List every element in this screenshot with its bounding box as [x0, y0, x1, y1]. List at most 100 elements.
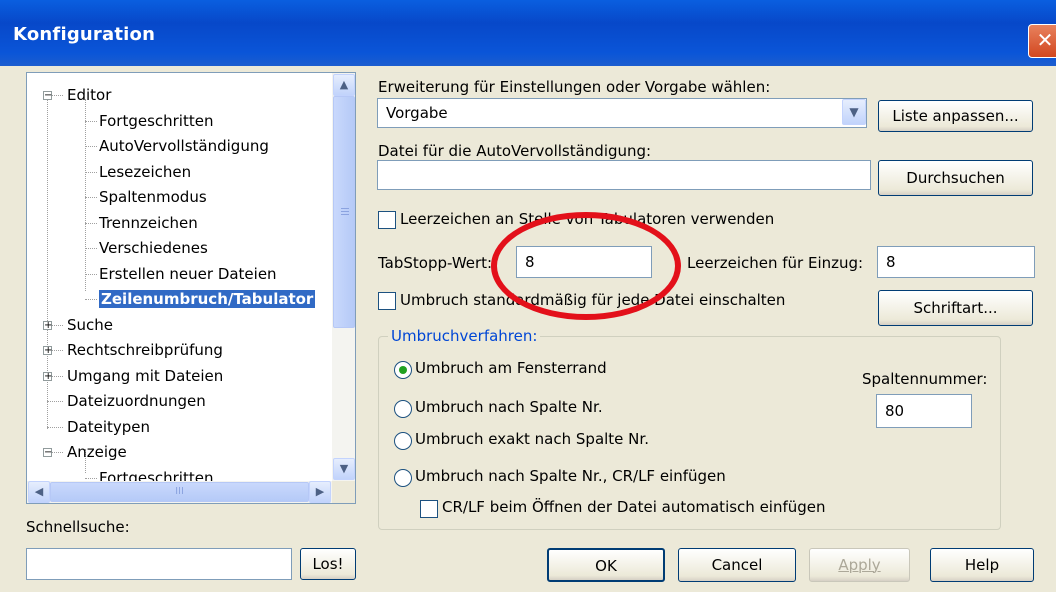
crlf-auto-label: CR/LF beim Öffnen der Datei automatisch …	[442, 498, 826, 516]
tree-line	[85, 146, 97, 147]
expand-icon[interactable]: +	[43, 320, 52, 330]
browse-button[interactable]: Durchsuchen	[878, 160, 1033, 196]
tree-item-label: Verschiedenes	[99, 239, 208, 257]
tree-item[interactable]: Dateitypen	[67, 415, 150, 439]
tree-item-label: Lesezeichen	[99, 162, 192, 181]
expand-icon[interactable]: +	[43, 346, 52, 356]
collapse-icon[interactable]: −	[43, 448, 52, 458]
use-spaces-label: Leerzeichen an Stelle von Tabulatoren ve…	[400, 210, 775, 228]
tree-item-label: Anzeige	[67, 443, 127, 461]
category-tree[interactable]: − Editor Fortgeschritten AutoVervollständig…	[26, 72, 356, 504]
extension-label: Erweiterung für Einstellungen oder Vorga…	[378, 78, 771, 96]
wrap-window-edge-radio[interactable]	[394, 361, 412, 379]
tree-item-label: Erstellen neuer Dateien	[99, 264, 277, 283]
tree-item-label: Dateitypen	[67, 417, 151, 436]
tree-item-label: Fortgeschritten	[99, 111, 214, 130]
scroll-up-icon[interactable]: ▲	[333, 74, 355, 96]
tree-item[interactable]: AutoVervollständigung	[99, 134, 269, 158]
scroll-corner	[332, 481, 355, 503]
wrap-default-label: Umbruch standardmäßig für jede Datei ein…	[400, 291, 786, 309]
column-number-input[interactable]: 80	[876, 394, 972, 428]
tree-line	[85, 197, 97, 198]
tree-item-label: Editor	[67, 86, 112, 104]
ok-button[interactable]: OK	[547, 548, 665, 582]
expand-icon[interactable]: +	[43, 371, 52, 381]
cancel-button[interactable]: Cancel	[678, 548, 796, 582]
tree-item[interactable]: Zeilenumbruch/Tabulator	[99, 287, 316, 311]
tree-item-label: Dateizuordnungen	[67, 392, 206, 410]
tree-item[interactable]: Suche	[67, 313, 113, 337]
chevron-down-icon[interactable]: ▼	[842, 99, 866, 125]
indent-label: Leerzeichen für Einzug:	[687, 254, 864, 272]
help-button[interactable]: Help	[930, 548, 1034, 582]
tree-line	[47, 426, 63, 428]
hscroll-thumb[interactable]: III	[50, 482, 309, 502]
quicksearch-input[interactable]	[26, 548, 292, 580]
tree-item[interactable]: Anzeige	[67, 440, 127, 464]
tree-item[interactable]: Spaltenmodus	[99, 185, 207, 209]
tabstop-input[interactable]: 8	[516, 246, 652, 278]
tree-item[interactable]: Lesezeichen	[99, 160, 191, 184]
tree-item-label: AutoVervollständigung	[99, 137, 269, 155]
apply-button[interactable]: Apply	[809, 548, 910, 582]
tree-item[interactable]: Fortgeschritten	[99, 109, 213, 133]
scroll-down-icon[interactable]: ▼	[333, 458, 355, 480]
autocomplete-file-label: Datei für die AutoVervollständigung:	[378, 142, 652, 160]
tree-item[interactable]: Editor	[67, 83, 111, 107]
quicksearch-go-button[interactable]: Los!	[300, 548, 356, 580]
wrap-method-group-label: Umbruchverfahren:	[388, 327, 541, 345]
tree-line	[85, 477, 97, 479]
wrap-exact-column-radio[interactable]	[394, 432, 412, 450]
tree-line	[85, 120, 97, 122]
collapse-icon[interactable]: −	[43, 91, 52, 101]
close-icon[interactable]: ✕	[1028, 24, 1056, 58]
tree-item[interactable]: Erstellen neuer Dateien	[99, 262, 277, 286]
tree-line	[85, 99, 86, 291]
tree-line	[47, 401, 63, 402]
indent-input[interactable]: 8	[877, 246, 1035, 278]
window-title: Konfiguration	[13, 24, 156, 45]
tree-items: − Editor Fortgeschritten AutoVervollständig…	[27, 73, 333, 481]
wrap-option-label: Umbruch nach Spalte Nr., CR/LF einfügen	[415, 467, 726, 485]
wrap-default-checkbox[interactable]	[378, 292, 396, 310]
tree-item[interactable]: Verschiedenes	[99, 236, 208, 260]
wrap-column-crlf-radio[interactable]	[394, 469, 412, 487]
tree-item-label: Fortgeschritten	[99, 468, 214, 482]
font-button[interactable]: Schriftart...	[878, 290, 1033, 326]
wrap-after-column-radio[interactable]	[394, 400, 412, 418]
scroll-thumb[interactable]	[333, 96, 355, 328]
tree-vertical-scrollbar[interactable]: ▲ ▼	[332, 73, 355, 481]
tree-line	[85, 273, 97, 275]
tree-item[interactable]: Dateizuordnungen	[67, 389, 206, 413]
tree-horizontal-scrollbar[interactable]: ◀ III ▶	[27, 481, 332, 503]
scroll-left-icon[interactable]: ◀	[28, 481, 50, 503]
wrap-option-label: Umbruch nach Spalte Nr.	[415, 398, 603, 416]
tree-item[interactable]: Fortgeschritten	[99, 466, 213, 482]
scroll-right-icon[interactable]: ▶	[309, 481, 331, 503]
tree-item-label: Zeilenumbruch/Tabulator	[99, 290, 316, 308]
tree-item-label: Spaltenmodus	[99, 188, 207, 206]
column-number-label: Spaltennummer:	[862, 370, 988, 388]
wrap-option-label: Umbruch am Fensterrand	[415, 359, 607, 377]
wrap-option-label: Umbruch exakt nach Spalte Nr.	[415, 430, 649, 448]
tree-item[interactable]: Trennzeichen	[99, 211, 198, 235]
tabstop-label: TabStopp-Wert:	[378, 254, 493, 272]
tree-item-label: Trennzeichen	[99, 213, 198, 232]
tree-line	[85, 222, 97, 224]
customize-list-button[interactable]: Liste anpassen...	[878, 100, 1033, 132]
autocomplete-file-input[interactable]	[377, 160, 871, 190]
tree-line	[85, 248, 97, 249]
crlf-auto-checkbox[interactable]	[420, 500, 438, 518]
config-window: Konfiguration ✕ − Editor Fortgeschritten Au…	[0, 0, 1056, 592]
extension-combobox[interactable]: Vorgabe	[377, 98, 867, 128]
title-bar[interactable]: Konfiguration ✕	[0, 0, 1056, 66]
tree-item-label: Rechtschreibprüfung	[67, 341, 223, 359]
tree-item-label: Suche	[67, 315, 114, 334]
tree-item-label: Umgang mit Dateien	[67, 366, 224, 385]
use-spaces-checkbox[interactable]	[378, 211, 396, 229]
tree-item[interactable]: Rechtschreibprüfung	[67, 338, 223, 362]
quicksearch-label: Schnellsuche:	[26, 518, 130, 536]
tree-line	[85, 299, 97, 300]
tree-line	[85, 171, 97, 173]
tree-item[interactable]: Umgang mit Dateien	[67, 364, 223, 388]
